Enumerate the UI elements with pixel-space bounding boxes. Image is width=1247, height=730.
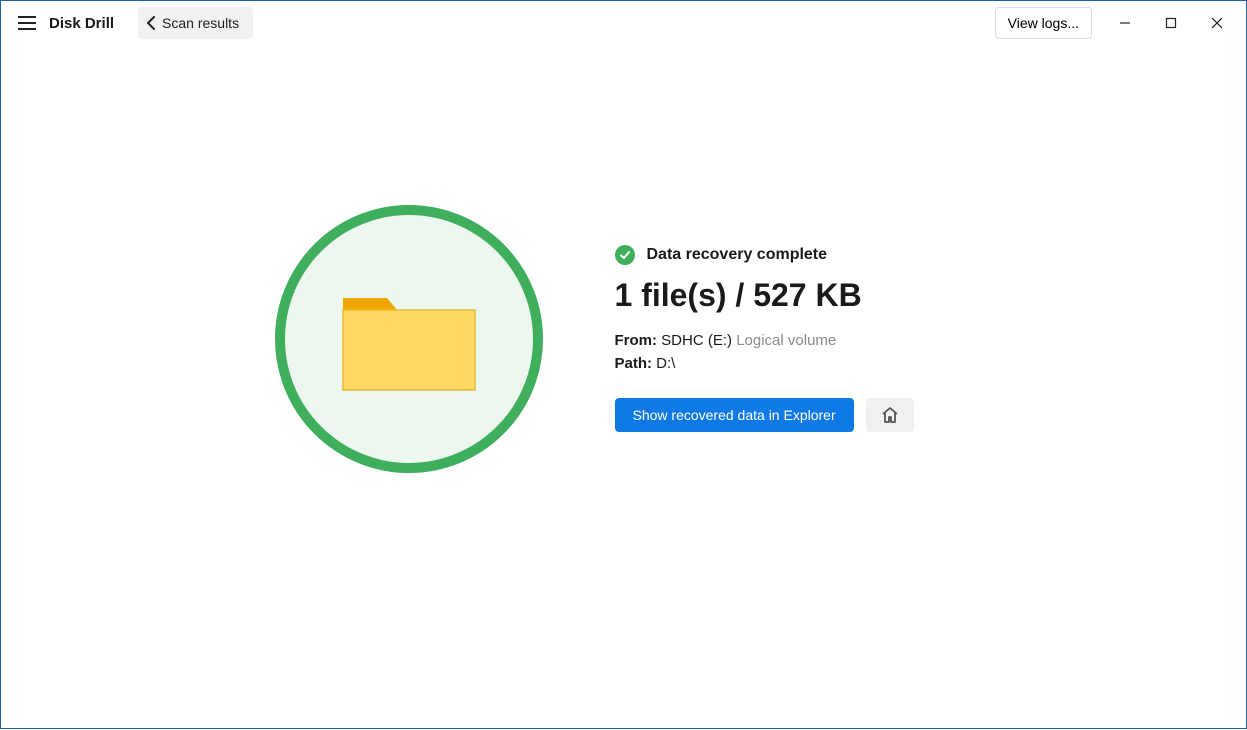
home-button[interactable] xyxy=(866,398,914,432)
close-button[interactable] xyxy=(1194,7,1240,39)
result-panel: Data recovery complete 1 file(s) / 527 K… xyxy=(615,205,975,432)
path-row: Path: D:\ xyxy=(615,355,975,372)
menu-button[interactable] xyxy=(13,9,41,37)
chevron-left-icon xyxy=(146,16,156,30)
hamburger-icon xyxy=(18,16,36,30)
maximize-icon xyxy=(1165,17,1177,29)
minimize-button[interactable] xyxy=(1102,7,1148,39)
action-row: Show recovered data in Explorer xyxy=(615,398,975,432)
show-in-explorer-button[interactable]: Show recovered data in Explorer xyxy=(615,398,854,432)
from-row: From: SDHC (E:) Logical volume xyxy=(615,332,975,349)
from-secondary: Logical volume xyxy=(736,332,836,349)
main-content: Data recovery complete 1 file(s) / 527 K… xyxy=(1,45,1247,730)
window-controls xyxy=(1102,7,1240,39)
app-title: Disk Drill xyxy=(49,15,114,32)
back-label: Scan results xyxy=(162,15,239,31)
folder-icon xyxy=(339,284,479,394)
path-label: Path: xyxy=(615,355,653,372)
success-graphic xyxy=(275,205,543,473)
title-bar: Disk Drill Scan results View logs... xyxy=(1,1,1247,45)
status-row: Data recovery complete xyxy=(615,245,975,265)
success-check-icon xyxy=(615,245,635,265)
back-button[interactable]: Scan results xyxy=(138,7,253,39)
from-label: From: xyxy=(615,332,658,349)
app-window: Disk Drill Scan results View logs... xyxy=(1,1,1247,730)
home-icon xyxy=(880,405,900,425)
close-icon xyxy=(1211,17,1223,29)
result-headline: 1 file(s) / 527 KB xyxy=(615,277,975,314)
view-logs-button[interactable]: View logs... xyxy=(995,7,1092,39)
from-value: SDHC (E:) xyxy=(661,332,732,349)
minimize-icon xyxy=(1119,17,1131,29)
status-text: Data recovery complete xyxy=(647,246,828,264)
path-value: D:\ xyxy=(656,355,675,372)
maximize-button[interactable] xyxy=(1148,7,1194,39)
